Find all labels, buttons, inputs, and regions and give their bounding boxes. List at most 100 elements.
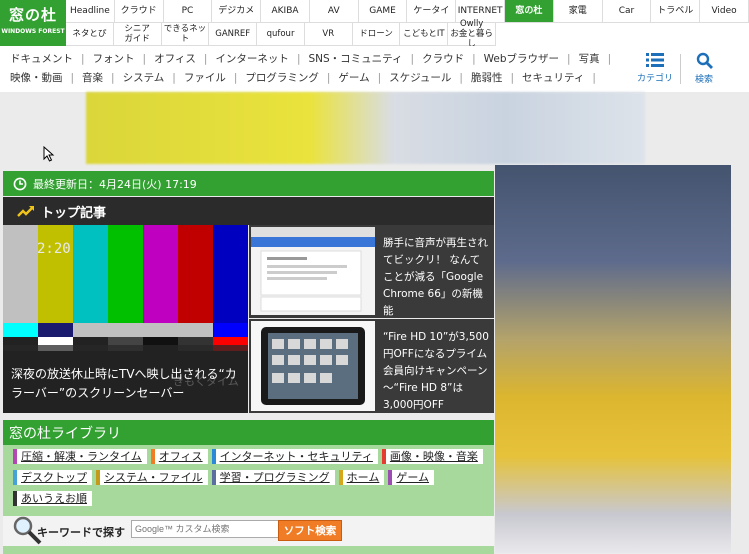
software-search-input[interactable] [131, 520, 281, 538]
library-tag[interactable]: デスクトップ [13, 470, 92, 485]
network-link[interactable]: ネタとぴ [66, 23, 114, 46]
library-tag[interactable]: オフィス [150, 449, 208, 464]
network-link[interactable]: Owlly お金と暮らし [448, 19, 497, 49]
divider [680, 54, 681, 84]
network-link[interactable]: qufour [257, 23, 305, 46]
category-link[interactable]: プログラミング [245, 72, 319, 84]
category-separator: | [296, 53, 301, 65]
top-articles-title: トップ記事 [41, 205, 107, 221]
article-item[interactable]: “Fire HD 10”が3,500円OFFになるプライム会員向けキャンペーン～… [249, 319, 494, 413]
network-link[interactable]: AV [309, 0, 359, 23]
network-link[interactable]: こどもとIT [400, 23, 449, 46]
network-link[interactable]: 窓の杜 [505, 0, 554, 23]
network-link[interactable]: ドローン [352, 23, 401, 46]
category-link[interactable]: 写真 [579, 53, 600, 65]
article-title[interactable]: 勝手に音声が再生されてビックリ！ なんてことが減る「Google Chrome … [383, 235, 489, 320]
network-link[interactable]: Video [700, 0, 749, 23]
category-separator: | [142, 53, 147, 65]
category-separator: | [592, 72, 596, 84]
article-item[interactable]: 勝手に音声が再生されてビックリ！ なんてことが減る「Google Chrome … [249, 225, 494, 318]
search-label: 検索 [694, 75, 713, 85]
category-link[interactable]: SNS・コミュニティ [308, 53, 402, 65]
keyword-search: キーワードで探す ソフト検索 [3, 516, 494, 546]
category-link[interactable]: セキュリティ [522, 72, 584, 84]
category-link[interactable]: スケジュール [389, 72, 451, 84]
network-row-2: ネタとぴ シニア ガイド できるネット GANREF qufour VR ドローン こどもとI… [66, 19, 497, 49]
site-logo[interactable]: 窓の杜 WINDOWS FOREST [0, 0, 66, 46]
network-link[interactable]: トラベル [651, 0, 701, 23]
category-link[interactable]: ゲーム [338, 72, 369, 84]
trend-up-icon [17, 206, 34, 217]
category-separator: | [459, 72, 463, 84]
chrome-settings-image [251, 227, 375, 312]
category-separator: | [567, 53, 571, 65]
network-link[interactable]: 家電 [553, 0, 603, 23]
library-tag[interactable]: あいうえお順 [13, 491, 92, 506]
library-tag[interactable]: ホーム [338, 470, 385, 485]
category-row-1: ドキュメント | フォント | オフィス | インターネット | SNS・コミュニティ | クラウド… [10, 51, 619, 66]
network-link[interactable]: クラウド [114, 0, 164, 23]
fire-tablet-image [261, 327, 365, 405]
network-link[interactable]: GANREF [209, 23, 258, 46]
banner-ad[interactable] [86, 92, 645, 164]
network-link[interactable]: AKIBA [261, 0, 310, 23]
network-link[interactable]: シニア ガイド [113, 23, 162, 46]
network-row-1: Headline クラウド PC デジカメ AKIBA AV GAME ケータイ INTERNE… [66, 0, 749, 23]
category-separator: | [172, 72, 176, 84]
category-link[interactable]: フォント [93, 53, 135, 65]
category-link[interactable]: 映像・動画 [10, 72, 63, 84]
software-search-button[interactable]: ソフト検索 [278, 520, 342, 541]
library-tag[interactable]: 圧縮・解凍・ランタイム [13, 449, 147, 464]
feature-caption[interactable]: 深夜の放送休止時にTVへ映し出される“カラーバー”のスクリーンセーバー [11, 365, 246, 403]
menu-list-icon [646, 53, 664, 67]
category-menu-button[interactable]: カテゴリ [636, 52, 674, 84]
category-link[interactable]: 音楽 [82, 72, 103, 84]
last-updated-text: 最終更新日：4月24日(火) 17:19 [33, 177, 197, 191]
network-link[interactable]: デジカメ [212, 0, 262, 23]
network-link[interactable]: GAME [358, 0, 408, 23]
category-separator: | [410, 53, 415, 65]
library-tag[interactable]: システム・ファイル [96, 470, 208, 485]
library-tag[interactable]: インターネット・セキュリティ [211, 449, 378, 464]
category-separator: | [70, 72, 75, 84]
category-link[interactable]: Webブラウザー [484, 53, 559, 65]
article-title[interactable]: “Fire HD 10”が3,500円OFFになるプライム会員向けキャンペーン～… [383, 329, 489, 414]
feature-clock: 2:20 [37, 241, 71, 257]
library-section: 窓の杜ライブラリ 圧縮・解凍・ランタイム オフィス インターネット・セキュリティ 画像… [3, 420, 494, 554]
logo-text: 窓の杜 [8, 6, 57, 24]
category-separator: | [377, 72, 382, 84]
feature-article[interactable]: 2:20 きもくタイム 深夜の放送休止時にTVへ映し出される“カラーバー”のスク… [3, 225, 248, 413]
category-link[interactable]: インターネット [215, 53, 289, 65]
top-articles-header: トップ記事 [3, 197, 494, 225]
category-link[interactable]: ドキュメント [10, 53, 73, 65]
category-link[interactable]: 脆弱性 [471, 72, 503, 84]
sidebar-ad[interactable] [495, 165, 731, 553]
category-link[interactable]: システム [123, 72, 165, 84]
mouse-cursor-icon [43, 146, 55, 162]
category-link[interactable]: クラウド [422, 53, 464, 65]
category-separator: | [203, 53, 208, 65]
category-link[interactable]: ファイル [184, 72, 226, 84]
category-menu-label: カテゴリ [636, 74, 673, 84]
network-link[interactable]: PC [163, 0, 213, 23]
category-separator: | [111, 72, 115, 84]
clock-icon [13, 177, 27, 190]
category-separator: | [607, 53, 612, 65]
network-link[interactable]: Headline [66, 0, 115, 23]
network-bar: 窓の杜 WINDOWS FOREST Headline クラウド PC デジカメ AKI… [0, 0, 749, 49]
search-button[interactable]: 検索 [688, 52, 720, 85]
library-tag[interactable]: 画像・映像・音楽 [381, 449, 483, 464]
logo-subtext: WINDOWS FOREST [1, 28, 65, 35]
last-updated-bar: 最終更新日：4月24日(火) 17:19 [3, 171, 494, 196]
network-link[interactable]: VR [304, 23, 353, 46]
article-thumbnail [251, 227, 375, 315]
library-tag[interactable]: 学習・プログラミング [211, 470, 335, 485]
color-bars-middle [3, 323, 248, 337]
category-link[interactable]: オフィス [154, 53, 196, 65]
category-separator: | [233, 72, 238, 84]
category-bar: ドキュメント | フォント | オフィス | インターネット | SNS・コミュニティ | クラウド… [0, 46, 749, 92]
network-link[interactable]: Car [602, 0, 652, 23]
library-tags: 圧縮・解凍・ランタイム オフィス インターネット・セキュリティ 画像・映像・音楽デスク… [13, 449, 491, 512]
library-tag[interactable]: ゲーム [388, 470, 435, 485]
network-link[interactable]: できるネット [161, 23, 210, 46]
